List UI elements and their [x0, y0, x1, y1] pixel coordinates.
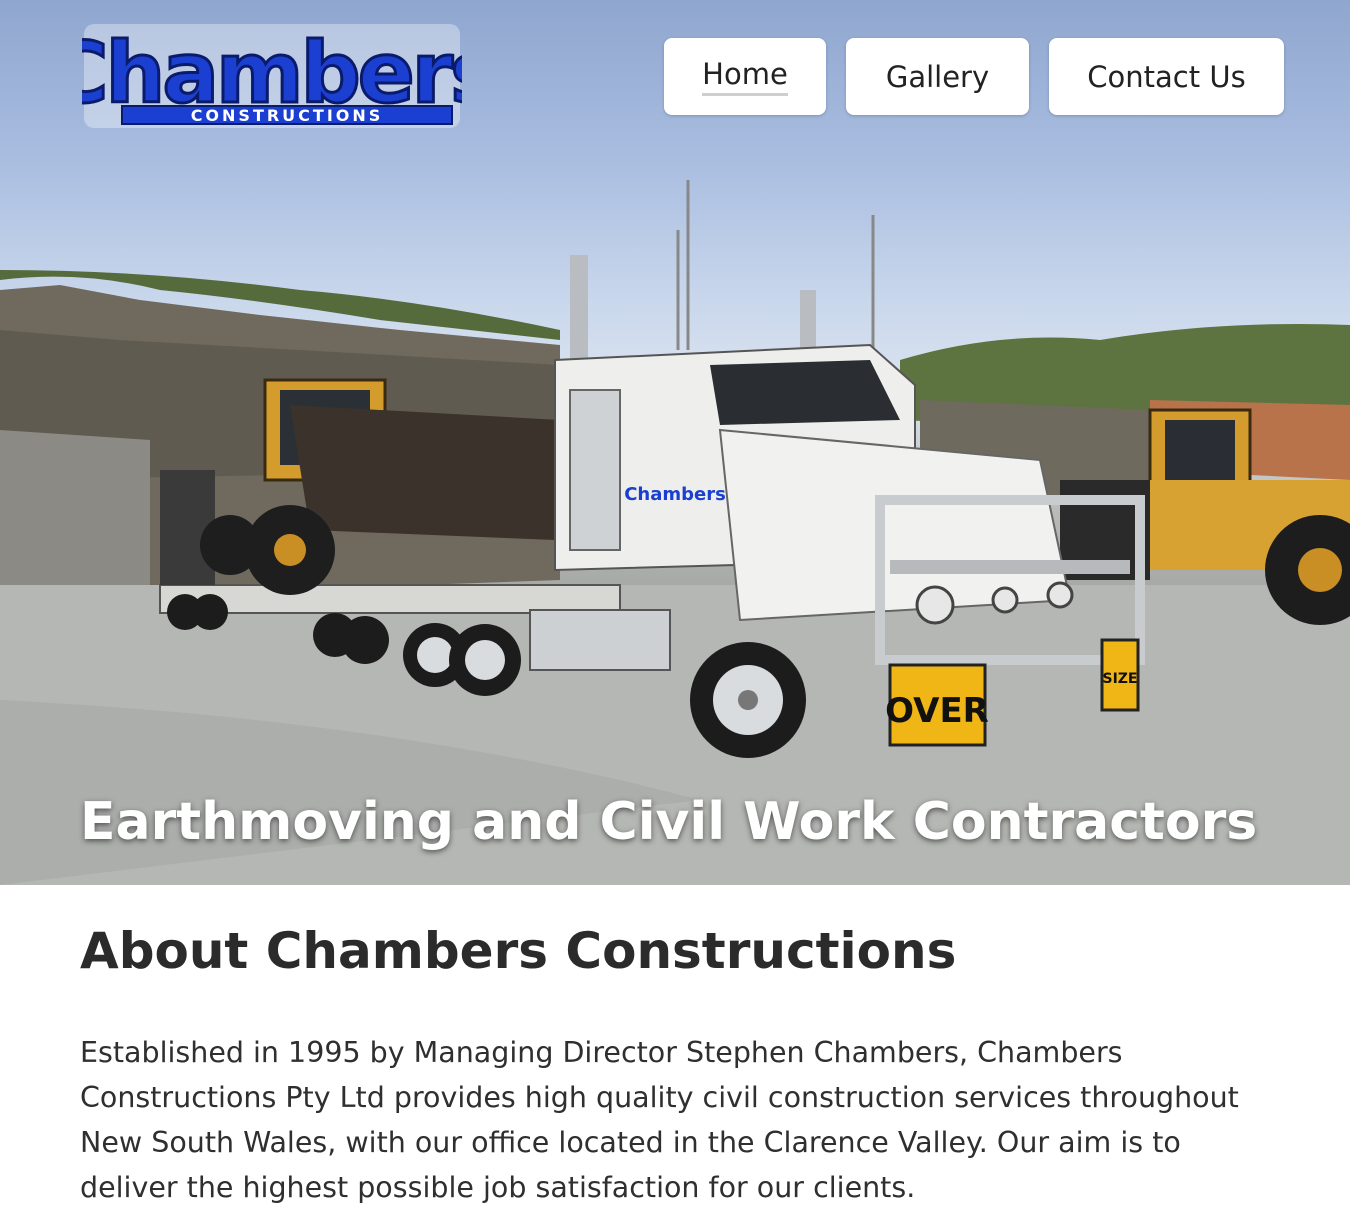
nav-gallery-button[interactable]: Gallery — [846, 38, 1029, 115]
nav-home-button[interactable]: Home — [664, 38, 826, 115]
about-paragraph: Established in 1995 by Managing Director… — [80, 1036, 1239, 1204]
main-nav: Home Gallery Contact Us — [664, 38, 1284, 115]
nav-contact-button[interactable]: Contact Us — [1049, 38, 1284, 115]
truck-door-logo: Chambers — [624, 484, 726, 505]
sign-over: OVER — [885, 691, 989, 731]
chambers-logo[interactable]: Chambers CONSTRUCTIONS — [82, 22, 462, 130]
nav-home-label: Home — [702, 57, 788, 96]
hero-photo: OVER SIZE Chambers — [0, 180, 1350, 885]
hero-title: Earthmoving and Civil Work Contractors — [80, 792, 1258, 852]
about-heading: About Chambers Constructions — [80, 922, 957, 980]
logo-sub-text: CONSTRUCTIONS — [191, 106, 384, 125]
sign-size: SIZE — [1102, 671, 1137, 687]
nav-contact-label: Contact Us — [1087, 59, 1246, 94]
nav-gallery-label: Gallery — [885, 59, 990, 94]
hero-banner: OVER SIZE Chambers Chambers CONSTRUCTION… — [0, 0, 1350, 885]
